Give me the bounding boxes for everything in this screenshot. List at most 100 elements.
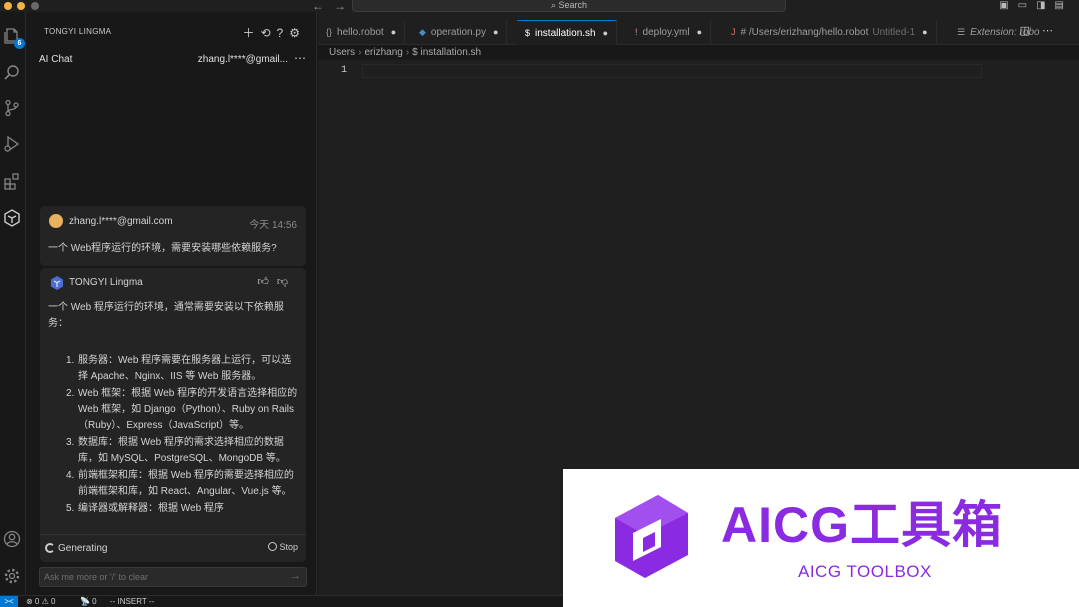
customize-layout-icon[interactable]: ▤ — [1055, 0, 1073, 11]
list-item: 4. 前端框架和库：根据 Web 程序的需要选择相应的前端框架和库，如 React… — [66, 468, 301, 500]
tab-sublabel: Untitled-1 — [872, 27, 916, 38]
editor-actions: ◫⋯ — [1020, 24, 1065, 37]
unsaved-dot-icon[interactable]: ● — [493, 27, 498, 37]
settings-gear-icon[interactable]: ⚙ — [289, 26, 306, 40]
unsaved-dot-icon[interactable]: ● — [697, 27, 702, 37]
unsaved-dot-icon[interactable]: ● — [603, 28, 608, 38]
spinner-icon — [45, 543, 55, 553]
toggle-sidebar-icon[interactable]: ▣ — [999, 0, 1017, 11]
tongyi-lingma-sidebar: TONGYI LINGMA ＋⟲?⚙ AI Chat zhang.l****@g… — [27, 12, 317, 595]
sidebar-actions: ＋⟲?⚙ — [242, 24, 306, 41]
tab-deploy-yml[interactable]: ! deploy.yml ● — [627, 20, 712, 45]
layout-controls: ▣▭◨▤ — [999, 0, 1073, 11]
list-item: 3. 数据库：根据 Web 程序的需求选择相应的数据库，如 MySQL、Postg… — [66, 435, 301, 467]
stop-icon — [268, 542, 278, 551]
list-item: 1. 服务器：Web 程序需要在服务器上运行，可以选择 Apache、Nginx、… — [66, 353, 301, 385]
search-placeholder: Search — [558, 0, 588, 10]
breadcrumb-users[interactable]: Users — [329, 47, 355, 58]
breadcrumb: Users › erizhang › $ installation.sh — [329, 47, 481, 58]
yaml-file-icon: ! — [635, 27, 638, 37]
user-avatar — [49, 214, 63, 228]
tab-label: installation.sh — [535, 28, 596, 39]
robot-file-icon: {} — [326, 27, 333, 37]
list-item-number: 4. — [66, 470, 75, 481]
breadcrumb-file[interactable]: $ installation.sh — [412, 47, 481, 58]
split-editor-icon[interactable]: ◫ — [1020, 25, 1042, 37]
title-bar: ←→ ⌕ Search ▣▭◨▤ — [0, 0, 1079, 13]
list-item-number: 1. — [66, 355, 75, 366]
maximize-window-button[interactable] — [31, 2, 39, 10]
list-item-number: 5. — [66, 503, 75, 514]
tab-label: hello.robot — [337, 27, 384, 38]
tab-label: # /Users/erizhang/hello.robot — [740, 27, 869, 38]
more-options-icon[interactable]: ⋯ — [294, 51, 306, 65]
list-item-text: 编译器或解释器：根据 Web 程序 — [78, 503, 224, 514]
current-line-highlight — [362, 64, 982, 78]
toggle-secondary-sidebar-icon[interactable]: ◨ — [1036, 0, 1054, 11]
user-name: zhang.l****@gmail.com — [69, 216, 173, 227]
source-control-button[interactable] — [3, 99, 23, 119]
chat-input-box: → — [39, 567, 307, 587]
unsaved-dot-icon[interactable]: ● — [922, 27, 927, 37]
breadcrumb-erizhang[interactable]: erizhang — [364, 47, 402, 58]
problems-count[interactable]: ⊗ 0 ⚠ 0 — [26, 597, 55, 606]
tab-untitled-1[interactable]: J # /Users/erizhang/hello.robot Untitled-1… — [723, 20, 937, 45]
ai-dependency-list: 1. 服务器：Web 程序需要在服务器上运行，可以选择 Apache、Nginx、… — [66, 353, 301, 518]
chat-input[interactable] — [44, 571, 274, 583]
manage-gear-icon — [4, 568, 20, 584]
accounts-button[interactable] — [3, 530, 23, 550]
tab-operation-py[interactable]: ◆ operation.py ● — [411, 20, 508, 45]
python-file-icon: ◆ — [419, 27, 426, 37]
more-actions-icon[interactable]: ⋯ — [1042, 25, 1065, 37]
account-icon — [3, 530, 21, 548]
vim-mode: -- INSERT -- — [110, 597, 155, 606]
toggle-panel-icon[interactable]: ▭ — [1018, 0, 1036, 11]
list-item-text: 前端框架和库：根据 Web 程序的需要选择相应的前端框架和库，如 React、A… — [78, 470, 294, 497]
tongyi-lingma-button[interactable] — [3, 209, 23, 229]
extension-tab-icon: ☰ — [957, 27, 966, 37]
generating-row: Generating Stop — [40, 534, 306, 562]
generating-status: Generating — [58, 543, 108, 554]
thumbs-down-icon[interactable]: 👎︎ — [277, 276, 296, 288]
manage-button[interactable] — [3, 567, 23, 587]
list-item-number: 2. — [66, 388, 75, 399]
run-debug-icon — [4, 135, 20, 153]
explorer-badge: 6 — [14, 38, 25, 49]
watermark-title: AICG工具箱 — [721, 497, 1003, 553]
list-item-text: 服务器：Web 程序需要在服务器上运行，可以选择 Apache、Nginx、II… — [78, 355, 292, 382]
chevron-right-icon: › — [405, 47, 410, 58]
extensions-icon — [4, 173, 19, 190]
aicg-watermark: AICG工具箱 AICG TOOLBOX — [563, 469, 1079, 607]
explorer-button[interactable]: 6 — [3, 27, 25, 49]
source-control-icon — [5, 99, 19, 117]
minimize-window-button[interactable] — [17, 2, 25, 10]
run-debug-button[interactable] — [3, 135, 23, 155]
tongyi-avatar-icon — [51, 276, 63, 290]
thumbs-up-icon[interactable]: 👍︎ — [257, 276, 277, 288]
ai-response-card: TONGYI Lingma 👍︎👎︎ 一个 Web 程序运行的环境，通常需要安装… — [40, 268, 306, 562]
tab-hello-robot[interactable]: {} hello.robot ● — [318, 20, 406, 45]
markdown-file-icon: J — [731, 27, 736, 37]
aicg-logo-icon — [615, 495, 688, 578]
shell-file-icon: $ — [525, 28, 531, 38]
ports-count[interactable]: 📡 0 — [80, 597, 97, 606]
extensions-button[interactable] — [3, 172, 23, 192]
new-chat-icon[interactable]: ＋ — [242, 26, 260, 40]
history-icon[interactable]: ⟲ — [260, 26, 276, 40]
close-window-button[interactable] — [4, 2, 12, 10]
tab-installation-sh[interactable]: $ installation.sh ● — [517, 20, 618, 45]
account-name[interactable]: zhang.l****@gmail... — [198, 54, 288, 65]
remote-indicator[interactable]: >< — [0, 596, 18, 607]
search-icon: ⌕ — [550, 0, 559, 10]
search-button[interactable] — [3, 64, 23, 84]
ai-intro-text: 一个 Web 程序运行的环境，通常需要安装以下依赖服务： — [48, 302, 284, 329]
list-item: 2. Web 框架：根据 Web 程序的开发语言选择相应的 Web 框架，如 Dj… — [66, 386, 301, 434]
unsaved-dot-icon[interactable]: ● — [391, 27, 396, 37]
stop-button[interactable]: Stop — [268, 542, 298, 552]
send-arrow-icon[interactable]: → — [290, 570, 301, 582]
help-icon[interactable]: ? — [277, 26, 290, 40]
tongyi-lingma-icon — [4, 209, 20, 227]
sidebar-title: TONGYI LINGMA — [44, 27, 112, 36]
search-icon — [4, 65, 19, 80]
command-center-search[interactable]: ⌕ Search — [352, 0, 786, 12]
